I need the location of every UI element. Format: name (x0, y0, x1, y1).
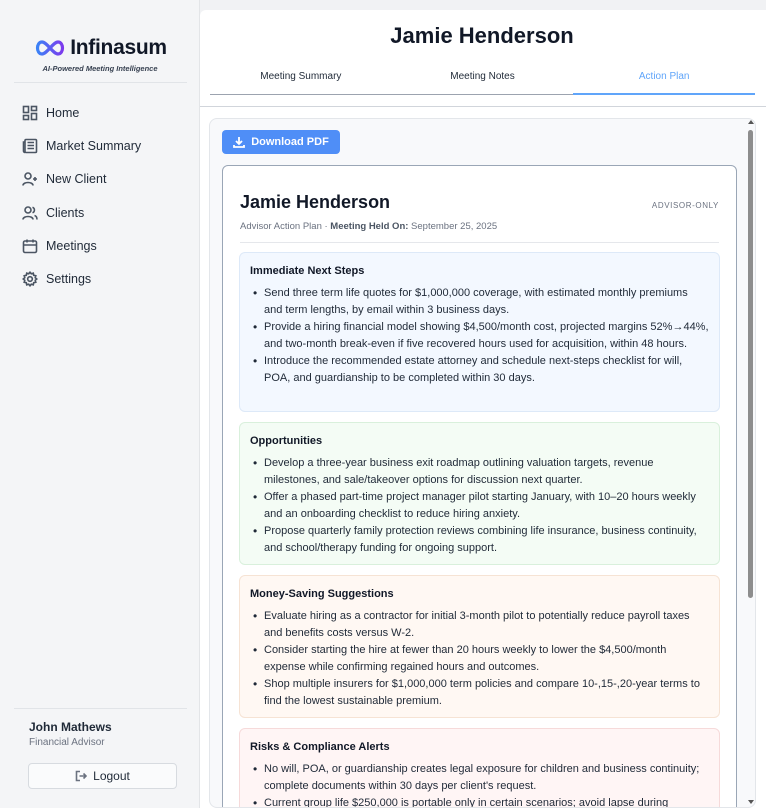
user-name: John Mathews (29, 720, 112, 734)
divider (200, 106, 766, 107)
user-role: Financial Advisor (29, 737, 105, 748)
vertical-scrollbar[interactable] (748, 118, 754, 808)
users-icon (22, 205, 38, 220)
sidebar-item-market-summary[interactable]: Market Summary (22, 129, 192, 162)
list-item: Introduce the recommended estate attorne… (250, 353, 709, 387)
sidebar-item-settings[interactable]: Settings (22, 262, 192, 295)
section-money-saving: Money-Saving Suggestions Evaluate hiring… (239, 575, 720, 718)
sidebar: Infinasum AI-Powered Meeting Intelligenc… (0, 0, 200, 808)
download-icon (233, 137, 246, 148)
tab-meeting-notes[interactable]: Meeting Notes (392, 68, 574, 94)
divider (14, 708, 187, 709)
advisor-only-badge: ADVISOR-ONLY (651, 201, 719, 210)
list-item: Evaluate hiring as a contractor for init… (250, 608, 709, 642)
sidebar-item-label: Meetings (46, 238, 97, 253)
newspaper-icon (22, 138, 38, 154)
logo-tagline: AI-Powered Meeting Intelligence (42, 64, 158, 73)
scroll-down-arrow-icon[interactable] (748, 800, 754, 804)
held-label: Meeting Held On: (330, 221, 409, 232)
section-title: Opportunities (250, 435, 323, 447)
subtitle-prefix: Advisor Action Plan · (240, 221, 331, 232)
tab-bar: Meeting Summary Meeting Notes Action Pla… (210, 68, 756, 95)
logo-text: Infinasum (70, 36, 167, 59)
logout-label: Logout (93, 769, 130, 783)
page-title: Jamie Henderson (390, 23, 574, 48)
list-item: Offer a phased part-time project manager… (250, 489, 709, 523)
sidebar-item-label: Settings (46, 272, 92, 287)
section-title: Risks & Compliance Alerts (250, 741, 390, 753)
list-item: Send three term life quotes for $1,000,0… (250, 285, 709, 319)
sidebar-item-label: Market Summary (46, 138, 142, 153)
action-plan-document: Jamie Henderson ADVISOR-ONLY Advisor Act… (222, 165, 737, 807)
divider (14, 82, 187, 83)
download-pdf-button[interactable]: Download PDF (222, 130, 340, 154)
list-item: Develop a three-year business exit roadm… (250, 455, 709, 489)
sidebar-item-clients[interactable]: Clients (22, 196, 192, 229)
section-title: Money-Saving Suggestions (250, 588, 394, 600)
sidebar-item-new-client[interactable]: New Client (22, 163, 192, 196)
user-plus-icon (22, 172, 37, 186)
sidebar-item-meetings[interactable]: Meetings (22, 229, 192, 262)
logo[interactable]: Infinasum AI-Powered Meeting Intelligenc… (0, 36, 200, 73)
section-risks-compliance: Risks & Compliance Alerts No will, POA, … (239, 728, 720, 807)
list-item: Provide a hiring financial model showing… (250, 319, 709, 353)
document-subtitle: Advisor Action Plan · Meeting Held On: S… (240, 221, 497, 232)
section-title: Immediate Next Steps (250, 265, 365, 277)
held-date: September 25, 2025 (408, 221, 498, 232)
action-plan-panel[interactable]: Download PDF Jamie Henderson ADVISOR-ONL… (209, 118, 756, 808)
logout-button[interactable]: Logout (28, 763, 177, 789)
scroll-up-arrow-icon[interactable] (748, 120, 754, 124)
gear-icon (22, 271, 38, 288)
divider (240, 242, 719, 243)
section-opportunities: Opportunities Develop a three-year busin… (239, 422, 720, 565)
scroll-thumb[interactable] (748, 130, 753, 598)
tab-meeting-summary[interactable]: Meeting Summary (210, 68, 392, 94)
logout-icon (75, 770, 88, 782)
sidebar-item-label: Home (46, 105, 80, 120)
calendar-icon (22, 239, 38, 254)
section-immediate-next-steps: Immediate Next Steps Send three term lif… (239, 252, 720, 412)
list-item: Propose quarterly family protection revi… (250, 523, 709, 557)
list-item: Consider starting the hire at fewer than… (250, 642, 709, 676)
list-item: No will, POA, or guardianship creates le… (250, 761, 709, 795)
infinity-logo-icon (36, 40, 65, 56)
list-item: Current group life $250,000 is portable … (250, 795, 709, 807)
list-item: Shop multiple insurers for $1,000,000 te… (250, 676, 709, 710)
sidebar-item-label: Clients (46, 205, 85, 220)
dashboard-icon (22, 105, 38, 120)
main-content: Jamie Henderson Meeting Summary Meeting … (200, 10, 766, 808)
sidebar-nav: Home Market Summary New Client Clients M… (22, 96, 192, 296)
document-client-name: Jamie Henderson (240, 192, 391, 212)
sidebar-item-home[interactable]: Home (22, 96, 192, 129)
sidebar-item-label: New Client (46, 172, 107, 187)
tab-action-plan[interactable]: Action Plan (573, 68, 756, 95)
download-pdf-label: Download PDF (251, 136, 329, 148)
